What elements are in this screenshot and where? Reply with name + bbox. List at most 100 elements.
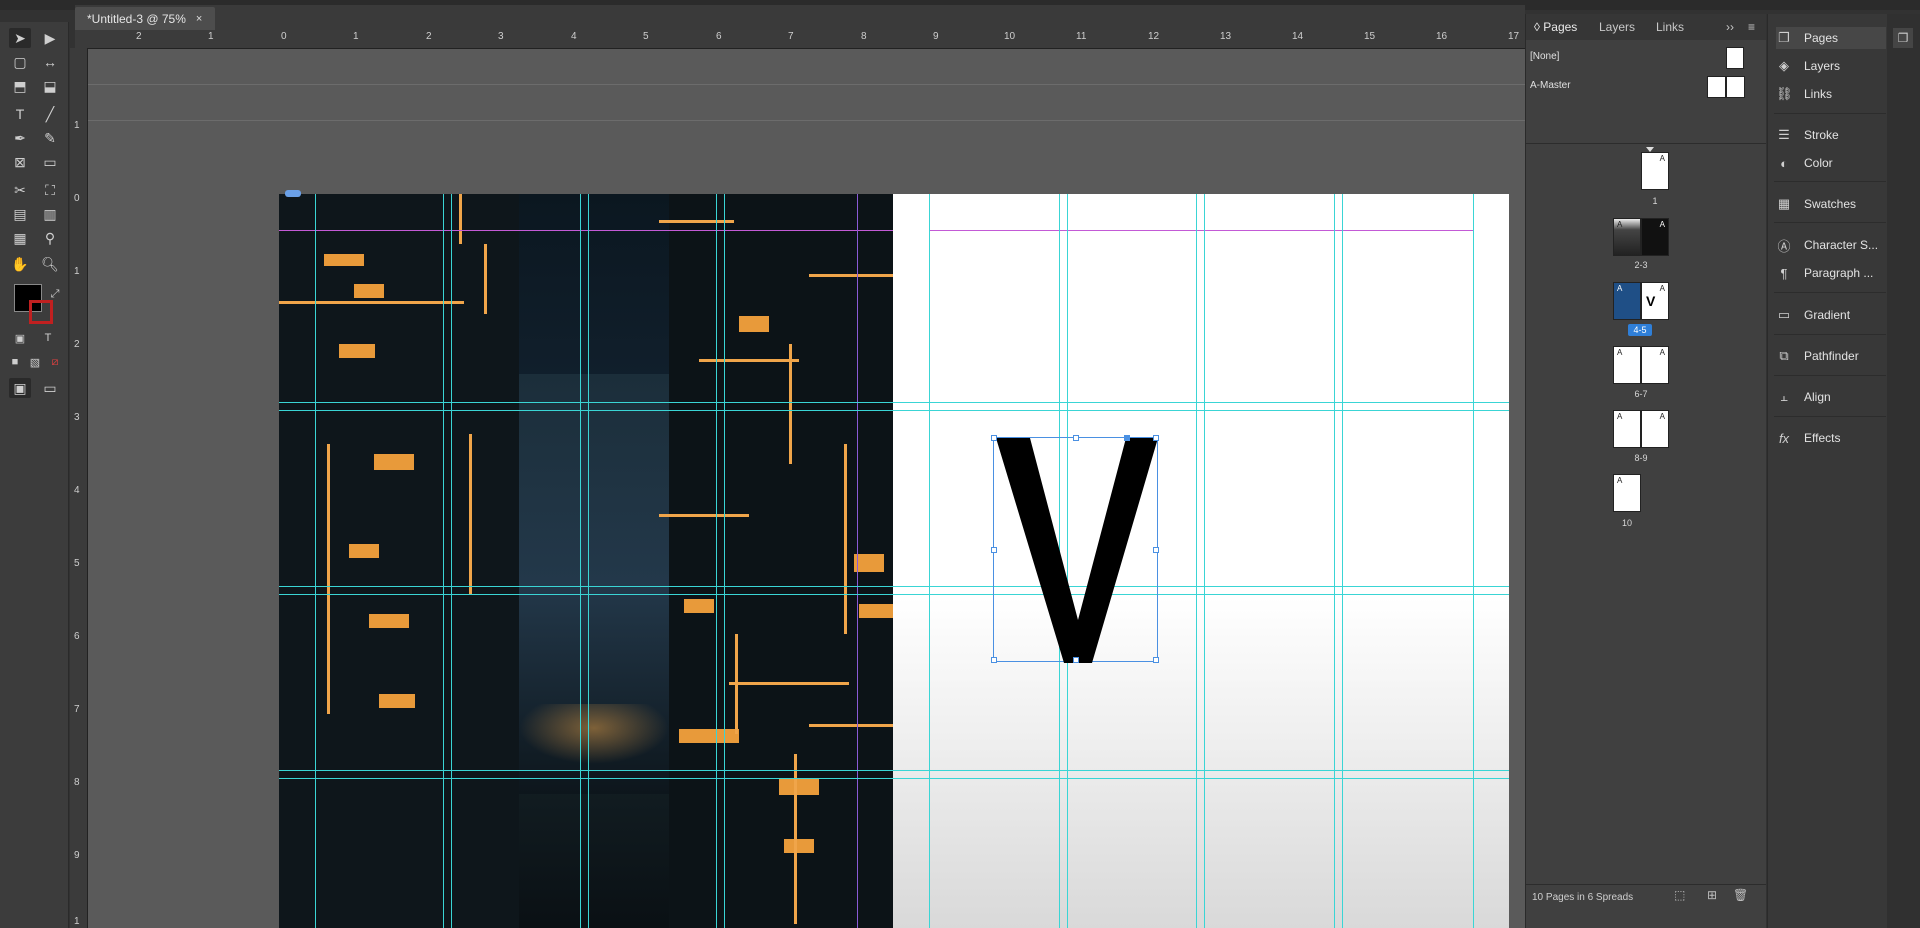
rectangle-tool-icon[interactable]: ▭	[39, 152, 61, 172]
dock-separator	[1774, 113, 1886, 114]
city-night-photo[interactable]	[279, 194, 893, 928]
page-master-letter: A	[1659, 154, 1665, 163]
collapse-panel-icon[interactable]: ››	[1726, 20, 1734, 34]
column-guide	[1473, 194, 1474, 928]
page-thumb-4[interactable]: A	[1613, 282, 1641, 320]
tab-pages[interactable]: ◊ Pages	[1534, 20, 1577, 34]
dock-item-effects[interactable]: fx Effects	[1776, 427, 1886, 449]
ruler-tick-label: 0	[74, 193, 80, 204]
master-a-thumb-right[interactable]	[1726, 76, 1745, 98]
type-tool-icon[interactable]: T	[9, 104, 31, 124]
apply-none-icon[interactable]: ⧄	[44, 352, 66, 372]
page-thumb-3[interactable]: A	[1641, 218, 1669, 256]
master-a-thumb-left[interactable]	[1707, 76, 1726, 98]
dock-separator	[1774, 375, 1886, 376]
rectangle-frame-tool-icon[interactable]: ⊠	[9, 152, 31, 172]
note-tool-icon[interactable]: ▦	[9, 228, 31, 248]
document-tab[interactable]: *Untitled-3 @ 75% ×	[75, 7, 215, 31]
ruler-tick-label: 5	[74, 558, 80, 569]
column-guide	[1342, 194, 1343, 928]
page-thumb-10[interactable]: A	[1613, 474, 1641, 512]
margin-guide	[929, 230, 1474, 231]
formatting-container-icon[interactable]: ▣	[9, 328, 31, 348]
right-page[interactable]	[893, 194, 1509, 928]
dock-item-pages[interactable]: ❐ Pages	[1776, 27, 1886, 49]
close-tab-icon[interactable]: ×	[196, 13, 202, 25]
page-thumb-5[interactable]: A V	[1641, 282, 1669, 320]
page-thumb-9[interactable]: A	[1641, 410, 1669, 448]
layers-icon: ◈	[1779, 58, 1789, 73]
page-thumb-6[interactable]: A	[1613, 346, 1641, 384]
effects-icon: fx	[1778, 430, 1790, 446]
page-thumb-8[interactable]: A	[1613, 410, 1641, 448]
dock-separator	[1774, 222, 1886, 223]
line-tool-icon[interactable]: ╱	[39, 104, 61, 124]
delete-page-icon[interactable]: 🗑︎	[1733, 888, 1748, 902]
row-guide	[279, 594, 1509, 595]
content-collector-icon[interactable]: ⬒	[9, 76, 31, 96]
pen-tool-icon[interactable]: ✒	[9, 128, 31, 148]
gap-tool-icon[interactable]: ↔	[39, 52, 61, 72]
links-icon: ⛓	[1776, 86, 1793, 101]
ruler-tick-label: 7	[788, 31, 794, 42]
dock-item-pathfinder[interactable]: ⧉ Pathfinder	[1776, 345, 1886, 367]
resize-handle[interactable]	[1153, 435, 1159, 441]
dock-item-gradient[interactable]: ▭ Gradient	[1776, 304, 1886, 326]
column-guide	[315, 194, 316, 928]
gradient-feather-tool-icon[interactable]: ▥	[39, 204, 61, 224]
gradient-swatch-tool-icon[interactable]: ▤	[9, 204, 31, 224]
ruler-tick-label: 3	[498, 31, 504, 42]
resize-handle[interactable]	[991, 657, 997, 663]
swap-colors-icon[interactable]: ⤢	[44, 284, 66, 304]
page-thumb-1[interactable]: A	[1641, 152, 1669, 190]
resize-handle[interactable]	[991, 435, 997, 441]
resize-handle[interactable]	[1153, 547, 1159, 553]
master-none[interactable]: [None]	[1530, 51, 1559, 62]
new-page-icon[interactable]: ⊞	[1707, 888, 1717, 902]
master-a[interactable]: A-Master	[1530, 80, 1571, 91]
formatting-text-icon[interactable]: T	[37, 328, 59, 348]
tab-links[interactable]: Links	[1656, 20, 1684, 34]
page-tool-icon[interactable]: ▢	[9, 52, 31, 72]
dock-item-swatches[interactable]: ▦ Swatches	[1776, 193, 1886, 215]
stroke-icon: ☰	[1778, 127, 1790, 142]
dock-item-stroke[interactable]: ☰ Stroke	[1776, 124, 1886, 146]
apply-color-icon[interactable]: ■	[4, 352, 26, 372]
apply-gradient-icon[interactable]: ▧	[24, 352, 46, 372]
panel-menu-icon[interactable]: ≡	[1748, 20, 1755, 34]
ruler-tick-label: 1	[74, 120, 80, 131]
resize-handle[interactable]	[991, 547, 997, 553]
zoom-tool-icon[interactable]: 🔍︎	[39, 254, 61, 274]
free-transform-tool-icon[interactable]: ⛶	[39, 180, 61, 200]
screen-mode-icon[interactable]: ▭	[39, 378, 61, 398]
tab-layers[interactable]: Layers	[1599, 20, 1635, 34]
page-thumb-7[interactable]: A	[1641, 346, 1669, 384]
resize-handle[interactable]	[1073, 657, 1079, 663]
resize-handle[interactable]	[1073, 435, 1079, 441]
normal-view-icon[interactable]: ▣	[9, 378, 31, 398]
spread-4-5[interactable]	[279, 194, 1509, 928]
content-placer-icon[interactable]: ⬓	[39, 76, 61, 96]
page-thumb-2[interactable]: A	[1613, 218, 1641, 256]
edit-page-size-icon[interactable]: ⬚	[1674, 888, 1685, 902]
resize-handle[interactable]	[1153, 657, 1159, 663]
master-none-thumb[interactable]	[1726, 47, 1744, 69]
hand-tool-icon[interactable]: ✋	[9, 254, 31, 274]
dock-item-links[interactable]: ⛓ Links	[1776, 83, 1886, 105]
dock-item-label: Layers	[1804, 59, 1841, 73]
dock-item-color[interactable]: ◐ Color	[1776, 152, 1886, 174]
dock-item-paragraph-styles[interactable]: ¶ Paragraph ...	[1776, 262, 1886, 284]
direct-selection-tool-icon[interactable]: ▶	[39, 28, 61, 48]
content-grabber-icon[interactable]	[285, 190, 301, 197]
selected-text-frame[interactable]: V	[991, 435, 1159, 663]
collapsed-panel-icon[interactable]: ❐	[1893, 28, 1913, 48]
dock-item-character-styles[interactable]: Ⓐ Character S...	[1776, 234, 1886, 256]
dock-item-align[interactable]: ⫠ Align	[1776, 386, 1886, 408]
page-master-letter: A	[1659, 348, 1665, 357]
selection-tool-icon[interactable]: ➤	[9, 28, 31, 48]
dock-item-layers[interactable]: ◈ Layers	[1776, 55, 1886, 77]
pencil-tool-icon[interactable]: ✎	[39, 128, 61, 148]
eyedropper-tool-icon[interactable]: ⚲	[39, 228, 61, 248]
resize-handle[interactable]	[1124, 435, 1130, 441]
scissors-tool-icon[interactable]: ✂	[9, 180, 31, 200]
